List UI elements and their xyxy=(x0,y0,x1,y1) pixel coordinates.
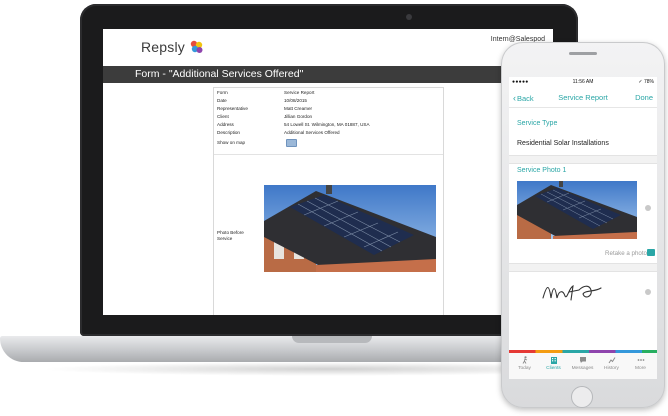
section-divider xyxy=(509,263,657,272)
home-button[interactable] xyxy=(571,386,593,408)
service-photo-label: Service Photo 1 xyxy=(517,167,567,174)
map-icon[interactable] xyxy=(286,139,297,147)
tab-label: Clients xyxy=(546,366,561,371)
tab-label: History xyxy=(604,366,619,371)
photo-label-line-1: Photo Before xyxy=(217,230,244,235)
tab-color-stripe xyxy=(509,350,657,353)
history-icon xyxy=(608,357,615,364)
detail-value: 10/08/2015 xyxy=(284,98,307,103)
phone: ●●●●● 11:56 AM ✓ 78% ‹Back Service Repor… xyxy=(501,42,665,408)
detail-value: 54 Lowell St. Wilmington, MA 01887, USA xyxy=(284,122,370,127)
logo-text: Repsly xyxy=(141,39,185,55)
detail-label: Date xyxy=(217,98,227,103)
detail-row-form: Form Service Report xyxy=(214,90,443,98)
detail-label: Client xyxy=(217,114,229,119)
form-detail-panel: Form Service Report Date 10/08/2015 Repr… xyxy=(213,87,444,315)
remove-photo-icon[interactable] xyxy=(645,205,651,211)
service-type-value[interactable]: Residential Solar Installations xyxy=(517,140,609,147)
signature[interactable] xyxy=(539,280,609,305)
status-time: 11:56 AM xyxy=(572,79,594,85)
detail-label: Description xyxy=(217,130,240,135)
detail-row-date: Date 10/08/2015 xyxy=(214,98,443,106)
form-detail-rows: Form Service Report Date 10/08/2015 Repr… xyxy=(214,88,443,155)
tab-bar: Today Clients Messages History More xyxy=(509,350,657,379)
detail-value: Service Report xyxy=(284,90,315,95)
detail-label: Form xyxy=(217,90,228,95)
repsly-logo[interactable]: Repsly xyxy=(141,39,204,55)
detail-value: Additional Services Offered xyxy=(284,130,340,135)
building-icon xyxy=(550,357,557,364)
retake-photo-link[interactable]: Retake a photo xyxy=(605,250,647,257)
tab-label: Messages xyxy=(571,366,594,371)
walk-icon xyxy=(522,356,527,364)
photo-before-label: Photo Before Service xyxy=(217,230,244,242)
phone-speaker xyxy=(569,52,597,55)
photo-label-line-2: Service xyxy=(217,236,233,241)
detail-row-client: Client Jillian Gordon xyxy=(214,114,443,122)
tab-label: More xyxy=(635,366,646,371)
tab-label: Today xyxy=(518,366,531,371)
repsly-logo-icon xyxy=(190,40,203,53)
camera-icon xyxy=(406,14,412,20)
solar-roof-photo[interactable] xyxy=(264,185,436,272)
tab-today[interactable]: Today xyxy=(510,356,539,371)
nav-bar: ‹Back Service Report Done xyxy=(509,89,657,108)
service-type-label: Service Type xyxy=(517,120,558,127)
detail-row-description: Description Additional Services Offered xyxy=(214,130,443,138)
tab-clients[interactable]: Clients xyxy=(539,356,568,371)
detail-label: Show on map xyxy=(217,140,246,145)
service-photo[interactable] xyxy=(517,181,637,239)
status-bar: ●●●●● 11:56 AM ✓ 78% xyxy=(509,77,657,87)
chat-icon xyxy=(579,357,586,363)
detail-label: Representative xyxy=(217,106,248,111)
phone-screen: ●●●●● 11:56 AM ✓ 78% ‹Back Service Repor… xyxy=(509,77,657,379)
camera-image-icon[interactable] xyxy=(647,249,655,256)
detail-row-show-on-map: Show on map xyxy=(214,140,443,148)
tab-messages[interactable]: Messages xyxy=(568,356,597,371)
detail-value: Jillian Gordon xyxy=(284,114,313,119)
detail-value: Matt Creamer xyxy=(284,106,313,111)
tab-more[interactable]: More xyxy=(626,356,655,371)
laptop-screen: Repsly Intern@Salespod Form - "Additiona… xyxy=(103,29,553,315)
clear-signature-icon[interactable] xyxy=(645,289,651,295)
battery-indicator: ✓ 78% xyxy=(638,79,654,85)
detail-row-representative: Representative Matt Creamer xyxy=(214,106,443,114)
form-header-bar: Form - "Additional Services Offered" xyxy=(103,66,553,83)
laptop-notch xyxy=(292,336,372,343)
section-divider xyxy=(509,155,657,164)
tab-history[interactable]: History xyxy=(597,356,626,371)
done-button[interactable]: Done xyxy=(635,93,653,102)
form-title: Form - "Additional Services Offered" xyxy=(135,68,304,80)
more-icon xyxy=(637,359,644,361)
detail-row-address: Address 54 Lowell St. Wilmington, MA 018… xyxy=(214,122,443,130)
detail-label: Address xyxy=(217,122,234,127)
